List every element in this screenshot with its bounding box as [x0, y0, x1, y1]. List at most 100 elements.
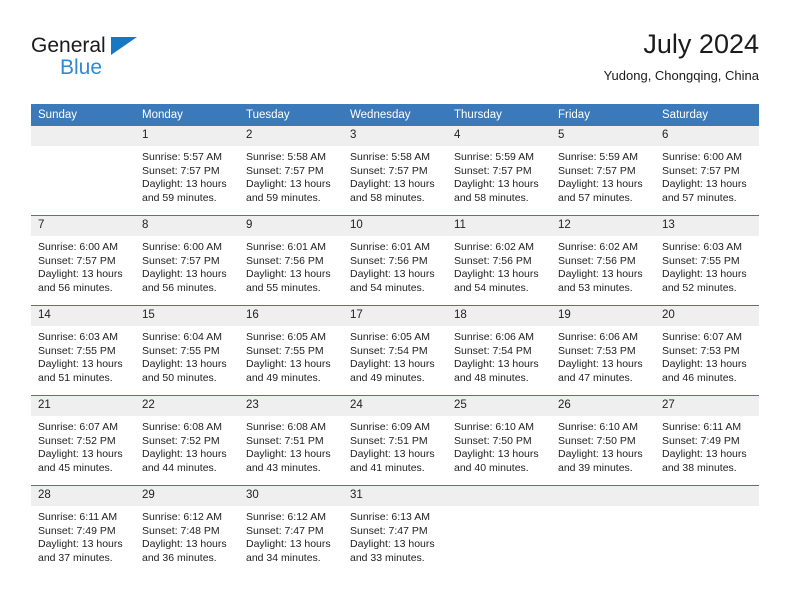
day-daylight-1-text: Daylight: 13 hours — [662, 358, 747, 371]
calendar-day-cell[interactable]: 23 Sunrise: 6:08 AM Sunset: 7:51 PM Dayligh… — [239, 395, 343, 486]
day-sunrise-text: Sunrise: 6:02 AM — [558, 241, 638, 253]
day-sunset-text: Sunset: 7:55 PM — [142, 344, 220, 357]
calendar-day-cell[interactable]: 8 Sunrise: 6:00 AM Sunset: 7:57 PM Daylight… — [135, 215, 239, 306]
day-number: 23 — [239, 396, 343, 416]
day-sunset-text: Sunset: 7:57 PM — [350, 164, 428, 177]
day-details: Sunrise: 6:11 AM Sunset: 7:49 PM Daylight:… — [655, 416, 759, 475]
calendar-day-cell[interactable]: 10 Sunrise: 6:01 AM Sunset: 7:56 PM Dayligh… — [343, 215, 447, 306]
calendar-day-cell[interactable]: 12 Sunrise: 6:02 AM Sunset: 7:56 PM Dayligh… — [551, 215, 655, 306]
day-sunrise-text: Sunrise: 6:05 AM — [350, 331, 430, 343]
calendar-day-cell[interactable]: 20 Sunrise: 6:07 AM Sunset: 7:53 PM Dayligh… — [655, 305, 759, 396]
calendar-day-cell[interactable]: 15 Sunrise: 6:04 AM Sunset: 7:55 PM Dayligh… — [135, 305, 239, 396]
day-sunset-text: Sunset: 7:57 PM — [142, 164, 220, 177]
day-sunrise-text: Sunrise: 6:01 AM — [350, 241, 430, 253]
day-details: Sunrise: 6:13 AM Sunset: 7:47 PM Daylight:… — [343, 506, 447, 565]
day-sunset-text: Sunset: 7:53 PM — [662, 344, 740, 357]
day-sunrise-text: Sunrise: 6:08 AM — [246, 421, 326, 433]
calendar-day-cell[interactable]: 19 Sunrise: 6:06 AM Sunset: 7:53 PM Dayligh… — [551, 305, 655, 396]
calendar-day-cell[interactable]: 31 Sunrise: 6:13 AM Sunset: 7:47 PM Dayligh… — [343, 485, 447, 575]
day-sunset-text: Sunset: 7:49 PM — [662, 434, 740, 447]
calendar-day-cell[interactable]: 30 Sunrise: 6:12 AM Sunset: 7:47 PM Dayligh… — [239, 485, 343, 575]
calendar-day-cell[interactable]: 11 Sunrise: 6:02 AM Sunset: 7:56 PM Dayligh… — [447, 215, 551, 306]
day-sunset-text: Sunset: 7:50 PM — [454, 434, 532, 447]
calendar-day-cell[interactable]: 28 Sunrise: 6:11 AM Sunset: 7:49 PM Dayligh… — [31, 485, 135, 575]
day-details: Sunrise: 6:01 AM Sunset: 7:56 PM Daylight:… — [239, 236, 343, 295]
day-sunset-text: Sunset: 7:53 PM — [558, 344, 636, 357]
day-details: Sunrise: 6:01 AM Sunset: 7:56 PM Daylight:… — [343, 236, 447, 295]
day-number: 14 — [31, 306, 135, 326]
calendar-day-cell[interactable]: 26 Sunrise: 6:10 AM Sunset: 7:50 PM Dayligh… — [551, 395, 655, 486]
day-sunset-text: Sunset: 7:51 PM — [246, 434, 324, 447]
calendar-day-cell[interactable]: 7 Sunrise: 6:00 AM Sunset: 7:57 PM Daylight… — [31, 215, 135, 306]
day-sunset-text: Sunset: 7:57 PM — [454, 164, 532, 177]
calendar-day-cell[interactable]: 16 Sunrise: 6:05 AM Sunset: 7:55 PM Dayligh… — [239, 305, 343, 396]
calendar-day-cell[interactable]: 27 Sunrise: 6:11 AM Sunset: 7:49 PM Dayligh… — [655, 395, 759, 486]
calendar-day-cell[interactable]: 5 Sunrise: 5:59 AM Sunset: 7:57 PM Daylight… — [551, 126, 655, 216]
page-header: General Blue July 2024 Yudong, Chongqing… — [31, 28, 759, 98]
day-details: Sunrise: 6:03 AM Sunset: 7:55 PM Daylight:… — [655, 236, 759, 295]
day-daylight-2-text: and 52 minutes. — [662, 281, 737, 294]
day-details: Sunrise: 6:00 AM Sunset: 7:57 PM Daylight:… — [31, 236, 135, 295]
day-sunrise-text: Sunrise: 6:02 AM — [454, 241, 534, 253]
day-daylight-1-text: Daylight: 13 hours — [350, 178, 435, 191]
day-sunset-text: Sunset: 7:55 PM — [38, 344, 116, 357]
calendar-day-cell[interactable]: 17 Sunrise: 6:05 AM Sunset: 7:54 PM Dayligh… — [343, 305, 447, 396]
day-details: Sunrise: 5:58 AM Sunset: 7:57 PM Daylight:… — [239, 146, 343, 205]
day-daylight-1-text: Daylight: 13 hours — [142, 178, 227, 191]
day-daylight-2-text: and 58 minutes. — [350, 191, 425, 204]
day-sunset-text: Sunset: 7:55 PM — [246, 344, 324, 357]
day-sunrise-text: Sunrise: 6:12 AM — [142, 511, 222, 523]
page-title: July 2024 — [643, 29, 759, 59]
day-details: Sunrise: 6:05 AM Sunset: 7:54 PM Daylight:… — [343, 326, 447, 385]
calendar-day-cell[interactable]: 6 Sunrise: 6:00 AM Sunset: 7:57 PM Daylight… — [655, 126, 759, 216]
day-number: 12 — [551, 216, 655, 236]
calendar-day-cell[interactable]: 24 Sunrise: 6:09 AM Sunset: 7:51 PM Dayligh… — [343, 395, 447, 486]
day-daylight-1-text: Daylight: 13 hours — [558, 358, 643, 371]
day-sunset-text: Sunset: 7:54 PM — [350, 344, 428, 357]
calendar-day-cell[interactable]: 14 Sunrise: 6:03 AM Sunset: 7:55 PM Dayligh… — [31, 305, 135, 396]
calendar-day-cell[interactable]: 1 Sunrise: 5:57 AM Sunset: 7:57 PM Daylight… — [135, 126, 239, 216]
day-daylight-1-text: Daylight: 13 hours — [558, 448, 643, 461]
day-sunrise-text: Sunrise: 6:10 AM — [454, 421, 534, 433]
calendar-day-cell[interactable]: 22 Sunrise: 6:08 AM Sunset: 7:52 PM Dayligh… — [135, 395, 239, 486]
day-daylight-1-text: Daylight: 13 hours — [662, 268, 747, 281]
calendar-day-cell[interactable]: 2 Sunrise: 5:58 AM Sunset: 7:57 PM Daylight… — [239, 126, 343, 216]
weekday-header-tuesday: Tuesday — [239, 104, 343, 126]
day-sunrise-text: Sunrise: 5:59 AM — [454, 151, 534, 163]
day-number: 16 — [239, 306, 343, 326]
day-daylight-1-text: Daylight: 13 hours — [142, 448, 227, 461]
day-sunset-text: Sunset: 7:47 PM — [246, 524, 324, 537]
weekday-header-wednesday: Wednesday — [343, 104, 447, 126]
day-number: 22 — [135, 396, 239, 416]
day-number: 21 — [31, 396, 135, 416]
day-number: 26 — [551, 396, 655, 416]
day-details: Sunrise: 6:04 AM Sunset: 7:55 PM Daylight:… — [135, 326, 239, 385]
day-number: 8 — [135, 216, 239, 236]
day-sunset-text: Sunset: 7:51 PM — [350, 434, 428, 447]
day-daylight-2-text: and 38 minutes. — [662, 461, 737, 474]
calendar-day-cell[interactable]: 18 Sunrise: 6:06 AM Sunset: 7:54 PM Dayligh… — [447, 305, 551, 396]
day-number: 31 — [343, 486, 447, 506]
calendar-day-cell[interactable]: 4 Sunrise: 5:59 AM Sunset: 7:57 PM Daylight… — [447, 126, 551, 216]
day-sunset-text: Sunset: 7:57 PM — [246, 164, 324, 177]
calendar-day-cell[interactable]: 3 Sunrise: 5:58 AM Sunset: 7:57 PM Daylight… — [343, 126, 447, 216]
day-daylight-1-text: Daylight: 13 hours — [246, 178, 331, 191]
calendar-day-cell[interactable]: 9 Sunrise: 6:01 AM Sunset: 7:56 PM Daylight… — [239, 215, 343, 306]
day-daylight-1-text: Daylight: 13 hours — [142, 268, 227, 281]
calendar-day-cell[interactable]: 29 Sunrise: 6:12 AM Sunset: 7:48 PM Dayligh… — [135, 485, 239, 575]
calendar-day-cell[interactable]: 13 Sunrise: 6:03 AM Sunset: 7:55 PM Dayligh… — [655, 215, 759, 306]
general-blue-logo[interactable]: General Blue — [31, 34, 181, 92]
day-number: 1 — [135, 126, 239, 146]
calendar-day-cell[interactable]: 25 Sunrise: 6:10 AM Sunset: 7:50 PM Dayligh… — [447, 395, 551, 486]
day-sunset-text: Sunset: 7:49 PM — [38, 524, 116, 537]
day-number: 18 — [447, 306, 551, 326]
day-daylight-2-text: and 43 minutes. — [246, 461, 321, 474]
day-details: Sunrise: 5:58 AM Sunset: 7:57 PM Daylight:… — [343, 146, 447, 205]
day-daylight-2-text: and 57 minutes. — [558, 191, 633, 204]
day-daylight-1-text: Daylight: 13 hours — [454, 178, 539, 191]
calendar-table: Sunday Monday Tuesday Wednesday Thursday Frid… — [31, 104, 759, 575]
day-daylight-1-text: Daylight: 13 hours — [558, 178, 643, 191]
day-daylight-1-text: Daylight: 13 hours — [38, 268, 123, 281]
day-daylight-2-text: and 51 minutes. — [38, 371, 113, 384]
calendar-day-cell[interactable]: 21 Sunrise: 6:07 AM Sunset: 7:52 PM Dayligh… — [31, 395, 135, 486]
